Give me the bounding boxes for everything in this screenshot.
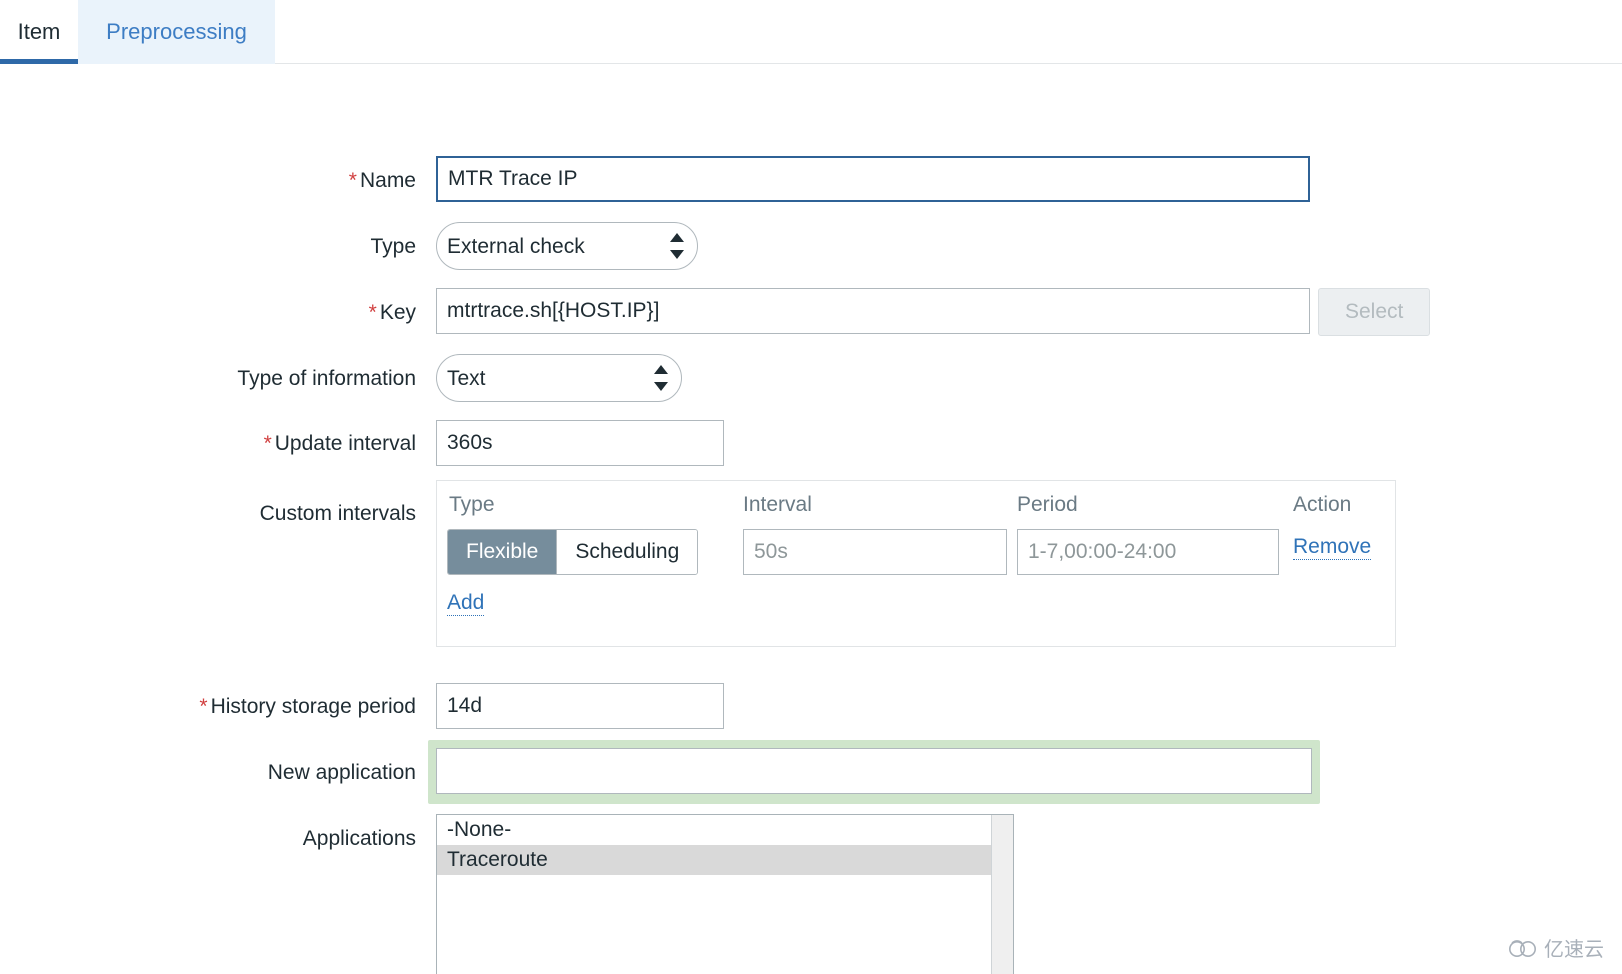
list-item[interactable]: Traceroute bbox=[437, 845, 1013, 875]
custom-intervals-col-period: Period bbox=[1017, 493, 1078, 516]
required-asterisk-key: * bbox=[368, 301, 377, 324]
custom-intervals-col-type: Type bbox=[449, 493, 495, 516]
type-select[interactable]: External check bbox=[436, 222, 698, 270]
custom-intervals-col-action: Action bbox=[1293, 493, 1352, 516]
type-of-information-select-wrapper: Text bbox=[436, 354, 682, 402]
applications-label: Applications bbox=[302, 827, 416, 850]
custom-intervals-col-interval: Interval bbox=[743, 493, 812, 516]
update-interval-label: * Update interval bbox=[263, 432, 416, 455]
item-configuration-form: *Name Type External check *Key Select Ty… bbox=[0, 64, 1622, 974]
required-asterisk-update-interval: * bbox=[263, 432, 272, 455]
tab-item[interactable]: Item bbox=[0, 0, 78, 64]
custom-interval-interval-input[interactable] bbox=[743, 529, 1007, 575]
custom-intervals-label: Custom intervals bbox=[259, 502, 416, 525]
type-of-information-label: Type of information bbox=[237, 367, 416, 390]
key-input[interactable] bbox=[436, 288, 1310, 334]
history-storage-period-input[interactable] bbox=[436, 683, 724, 729]
custom-interval-remove-link[interactable]: Remove bbox=[1293, 535, 1372, 561]
required-asterisk-history: * bbox=[199, 695, 208, 718]
required-asterisk-name: * bbox=[348, 169, 357, 192]
applications-listbox[interactable]: -None- Traceroute bbox=[436, 814, 1014, 974]
list-item[interactable]: -None- bbox=[437, 815, 1013, 845]
custom-interval-add-link[interactable]: Add bbox=[447, 591, 485, 617]
tab-preprocessing[interactable]: Preprocessing bbox=[78, 0, 275, 64]
type-of-information-select[interactable]: Text bbox=[436, 354, 682, 402]
new-application-input[interactable] bbox=[436, 748, 1312, 794]
applications-listbox-scrollbar[interactable] bbox=[991, 815, 1013, 974]
custom-interval-period-input[interactable] bbox=[1017, 529, 1279, 575]
history-storage-period-label: * History storage period bbox=[199, 695, 416, 718]
type-label: Type bbox=[370, 235, 416, 258]
watermark-text: 亿速云 bbox=[1544, 939, 1604, 961]
custom-interval-type-scheduling[interactable]: Scheduling bbox=[556, 530, 698, 574]
type-select-wrapper: External check bbox=[436, 222, 698, 270]
tab-bar: Item Preprocessing bbox=[0, 0, 1622, 64]
custom-interval-type-toggle[interactable]: Flexible Scheduling bbox=[447, 529, 699, 575]
name-input[interactable] bbox=[436, 156, 1310, 202]
custom-intervals-box: Type Interval Period Action Flexible Sch… bbox=[436, 480, 1396, 647]
name-label: * Name bbox=[348, 169, 416, 192]
tab-preprocessing-label: Preprocessing bbox=[106, 19, 247, 44]
tab-item-label: Item bbox=[17, 19, 61, 44]
key-select-button[interactable]: Select bbox=[1318, 288, 1431, 336]
cloud-icon bbox=[1509, 939, 1536, 957]
new-application-label: New application bbox=[267, 761, 416, 784]
key-label: * Key bbox=[368, 301, 416, 324]
watermark: 亿速云 bbox=[1508, 933, 1604, 962]
custom-interval-type-flexible[interactable]: Flexible bbox=[448, 530, 557, 574]
update-interval-input[interactable] bbox=[436, 420, 724, 466]
